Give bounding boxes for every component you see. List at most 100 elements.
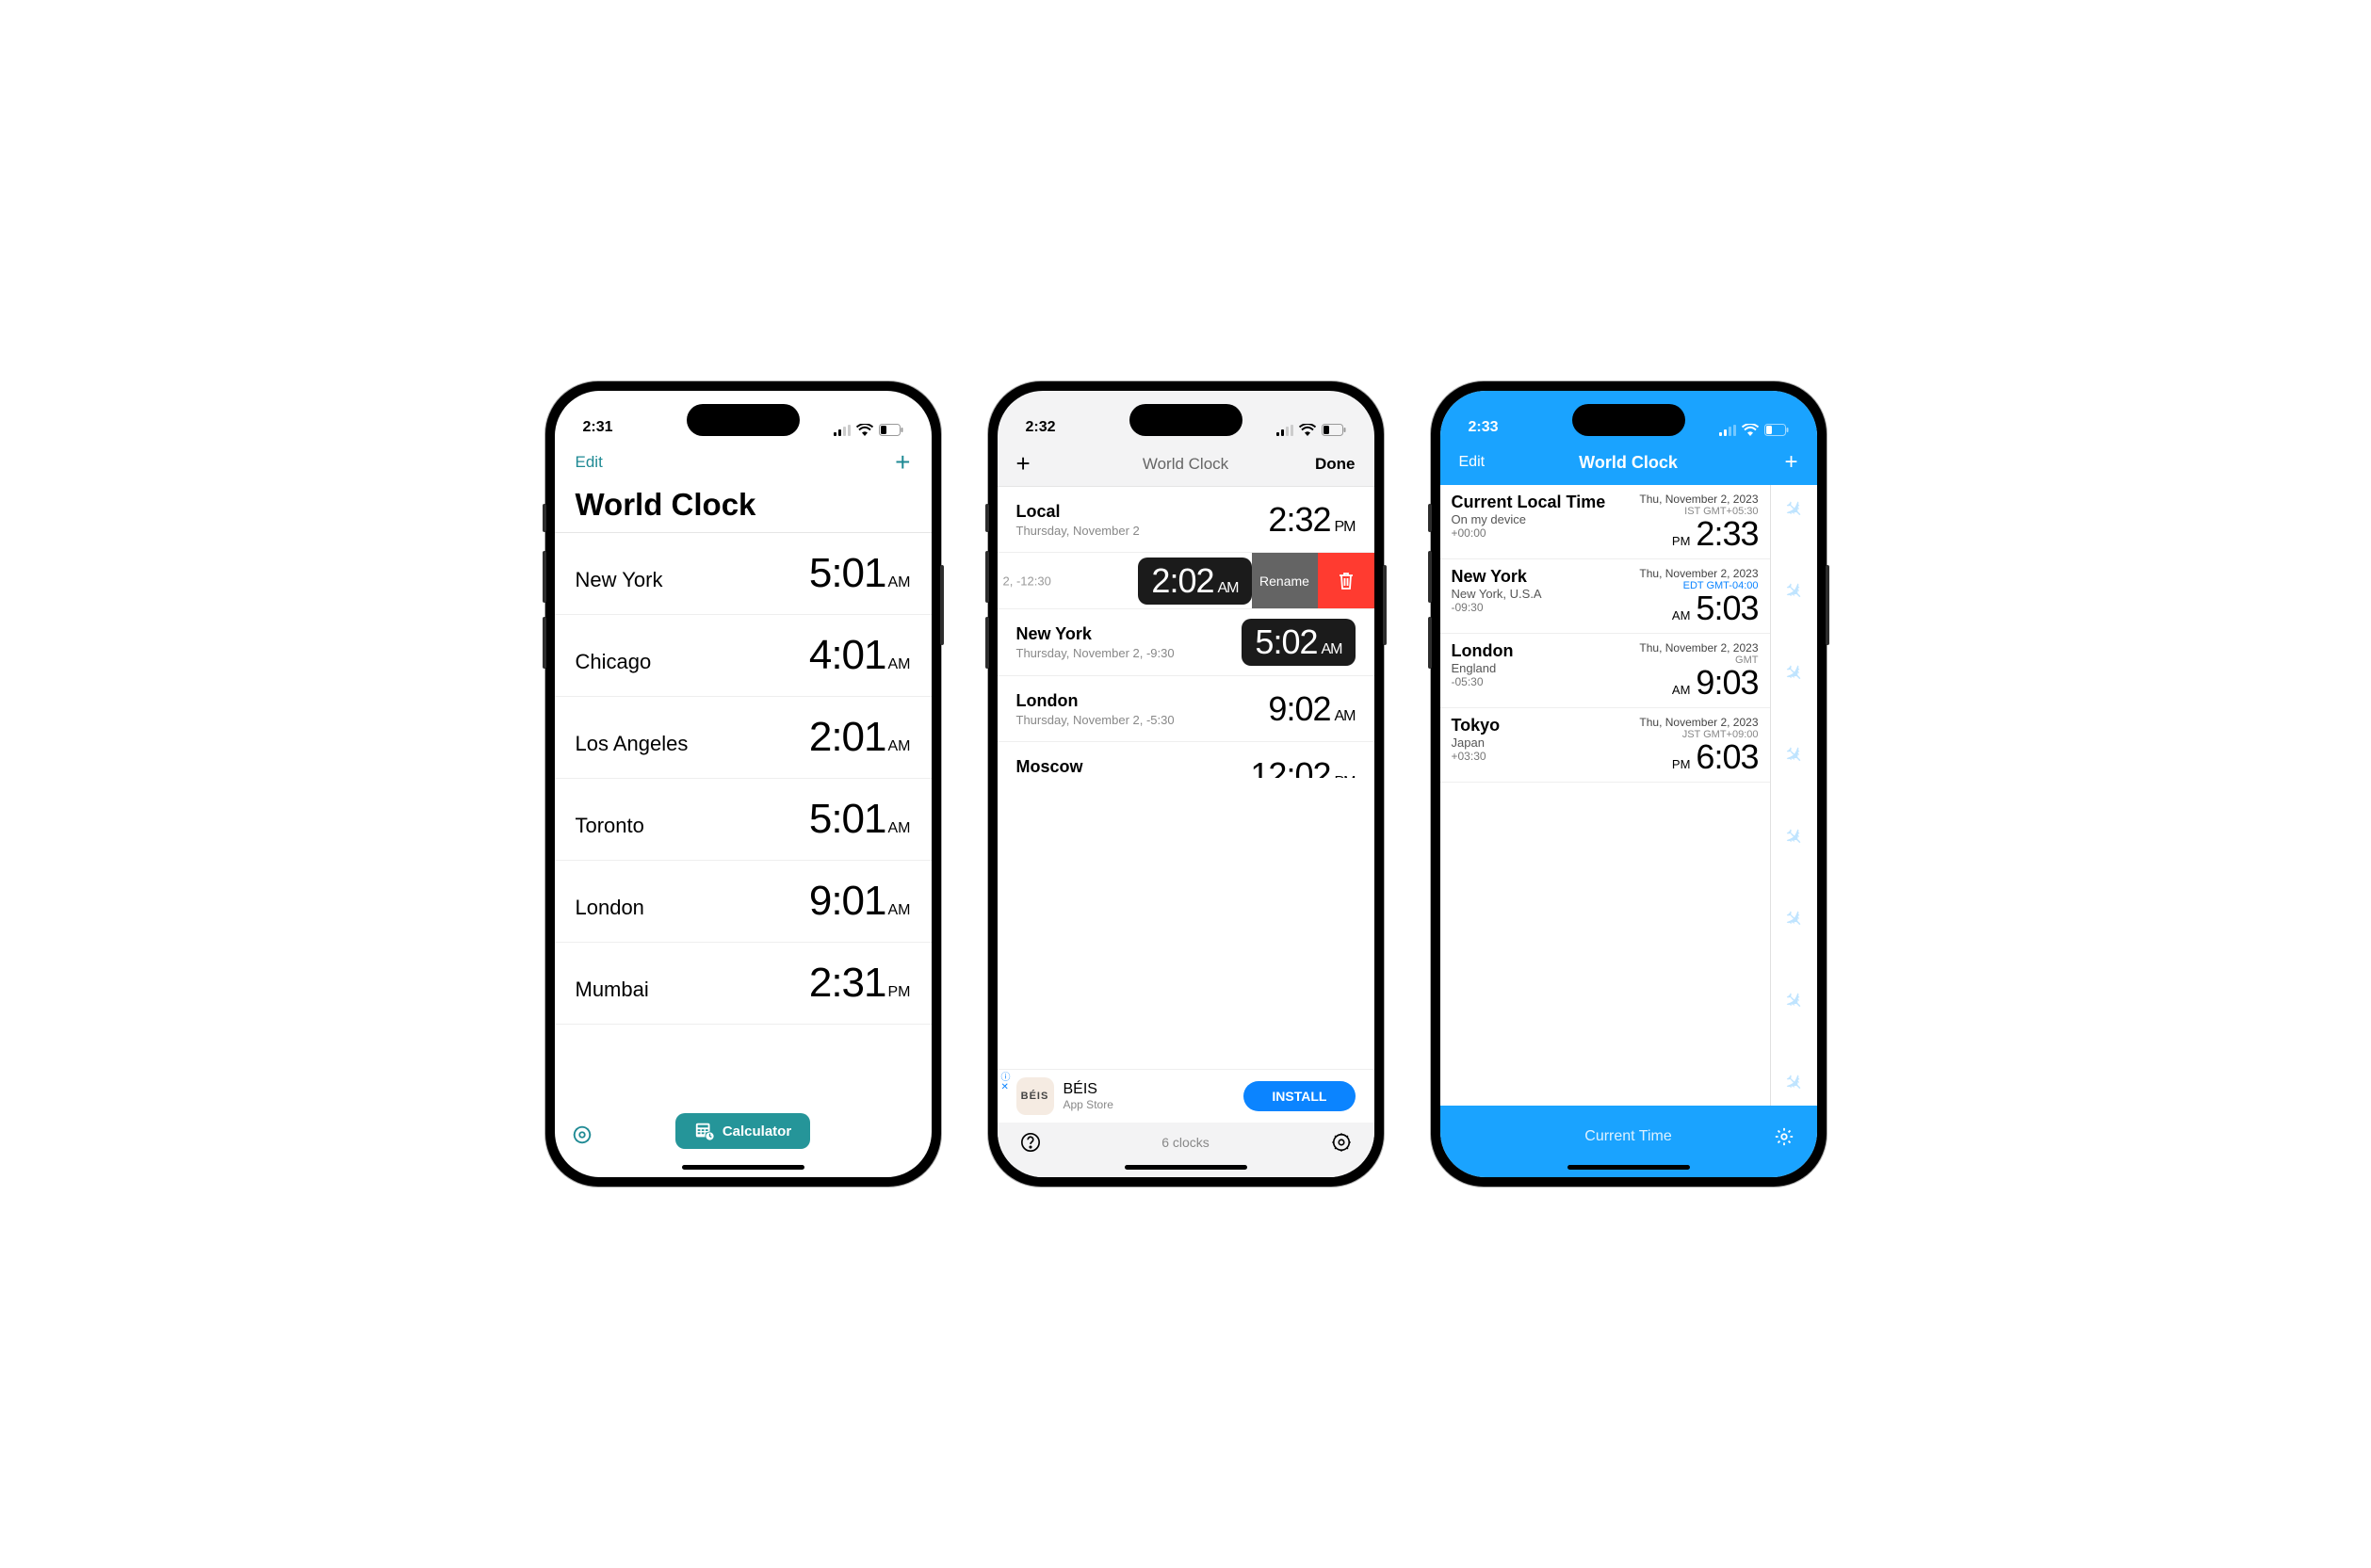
time-ampm: AM: [888, 738, 911, 755]
time-value: 5:03: [1696, 591, 1758, 625]
time-ampm: PM: [1335, 519, 1356, 536]
clock-row[interactable]: New YorkNew York, U.S.A-09:30Thu, Novemb…: [1440, 559, 1770, 634]
time-value: 2:02: [1151, 561, 1213, 601]
calculator-label: Calculator: [723, 1123, 791, 1140]
city-name: Mumbai: [576, 978, 649, 1002]
city-name: New York: [576, 568, 663, 592]
time-ampm: AM: [1335, 708, 1356, 725]
done-button[interactable]: Done: [1315, 455, 1356, 474]
time-value: 2:01: [809, 714, 886, 761]
status-right: [834, 424, 903, 436]
time-ampm: AM: [1218, 580, 1239, 597]
airplane-icon[interactable]: ✈: [1778, 985, 1811, 1018]
time-ampm: PM: [888, 984, 911, 1001]
add-city-button[interactable]: +: [895, 447, 910, 477]
city-name: Current Local Time: [1452, 493, 1606, 512]
city-sub: Thursday, November 2: [1016, 524, 1140, 538]
status-time: 2:32: [1026, 419, 1056, 436]
home-indicator[interactable]: [682, 1165, 804, 1170]
rename-button[interactable]: Rename: [1252, 553, 1318, 608]
clock-row-swiped[interactable]: 2, -12:30 2:02 AM Rename: [998, 553, 1374, 609]
city-name: Los Angeles: [576, 732, 689, 756]
edit-button[interactable]: Edit: [1459, 454, 1486, 471]
city-sub: New York, U.S.A: [1452, 587, 1542, 601]
city-name: London: [576, 896, 644, 920]
city-list: Current Local TimeOn my device+00:00 Thu,…: [1440, 485, 1770, 1106]
airplane-icon[interactable]: ✈: [1778, 821, 1811, 854]
city-sub: England: [1452, 661, 1514, 675]
page-title: World Clock: [1143, 455, 1228, 474]
clock-row[interactable]: Los Angeles 2:01AM: [555, 697, 932, 779]
ad-install-button[interactable]: INSTALL: [1243, 1081, 1355, 1111]
wifi-icon: [1742, 424, 1759, 436]
city-name: London: [1452, 641, 1514, 661]
time-ampm: AM: [888, 820, 911, 837]
ad-banner[interactable]: ⓘ✕ BÉIS BÉIS App Store INSTALL: [998, 1069, 1374, 1123]
time-ampm: AM: [1672, 608, 1691, 622]
city-name: Moscow: [1016, 757, 1175, 777]
page-title: World Clock: [555, 483, 932, 532]
help-button[interactable]: [1020, 1132, 1041, 1153]
clock-row[interactable]: New York5:01AM: [555, 533, 932, 615]
airplane-icon[interactable]: ✈: [1778, 493, 1811, 526]
status-time: 2:33: [1469, 419, 1499, 436]
airplane-icon[interactable]: ✈: [1778, 903, 1811, 936]
edit-button[interactable]: Edit: [576, 453, 603, 472]
calculator-button[interactable]: Calculator: [675, 1113, 810, 1149]
city-list: Local Thursday, November 2 2:32 PM 2, -1…: [998, 486, 1374, 778]
city-date: Thu, November 2, 2023: [1639, 493, 1758, 506]
clock-row[interactable]: LondonThursday, November 2, -5:309:02AM: [998, 676, 1374, 742]
add-city-button[interactable]: +: [1016, 449, 1031, 478]
home-indicator[interactable]: [1125, 1165, 1247, 1170]
delete-button[interactable]: [1318, 553, 1374, 608]
clock-row[interactable]: Toronto5:01AM: [555, 779, 932, 861]
clock-row[interactable]: LondonEngland-05:30 Thu, November 2, 2023…: [1440, 634, 1770, 708]
time-value: 9:02: [1268, 689, 1330, 729]
clock-row[interactable]: MoscowThursday, November 2, -2:3012:02PM: [998, 742, 1374, 778]
airplane-icon[interactable]: ✈: [1778, 575, 1811, 608]
clock-row[interactable]: New YorkThursday, November 2, -9:305:02A…: [998, 609, 1374, 676]
city-name: New York: [1452, 567, 1542, 587]
time-ampm: PM: [1672, 757, 1691, 771]
city-name: Chicago: [576, 650, 652, 674]
status-right: [1719, 424, 1789, 436]
clock-row[interactable]: Chicago4:01AM: [555, 615, 932, 697]
home-indicator[interactable]: [1567, 1165, 1690, 1170]
battery-icon: [1322, 424, 1346, 436]
clock-row-local[interactable]: Local Thursday, November 2 2:32 PM: [998, 487, 1374, 553]
phone-2: 2:32 + World Clock Done Local Thursday, …: [988, 381, 1384, 1187]
time-value: 2:32: [1268, 500, 1330, 540]
phone-3: 2:33 Edit World Clock + Current Local Ti…: [1431, 381, 1827, 1187]
time-value: 4:01: [809, 632, 886, 679]
clock-row[interactable]: London 9:01AM: [555, 861, 932, 943]
footer-label: Current Time: [1584, 1128, 1671, 1145]
airplane-icon[interactable]: ✈: [1778, 657, 1811, 690]
time-ampm: AM: [888, 902, 911, 919]
time-ampm: PM: [1672, 534, 1691, 548]
city-date: Thu, November 2, 2023: [1639, 567, 1758, 580]
status-time: 2:31: [583, 419, 613, 436]
status-right: [1276, 424, 1346, 436]
clock-row[interactable]: TokyoJapan+03:30Thu, November 2, 2023JST…: [1440, 708, 1770, 783]
side-column: ✈ ✈ ✈ ✈ ✈ ✈ ✈ ✈: [1770, 485, 1817, 1106]
add-city-button[interactable]: +: [1784, 449, 1797, 476]
signal-icon: [1719, 425, 1736, 436]
settings-icon[interactable]: [1331, 1132, 1352, 1153]
settings-icon[interactable]: [1774, 1126, 1794, 1147]
ad-store: App Store: [1064, 1098, 1244, 1111]
settings-icon[interactable]: [572, 1124, 593, 1145]
time-value: 6:03: [1696, 740, 1758, 774]
city-sub: On my device: [1452, 512, 1606, 526]
city-offset: +00:00: [1452, 526, 1606, 540]
clock-count: 6 clocks: [1161, 1135, 1210, 1150]
clock-row[interactable]: Current Local TimeOn my device+00:00 Thu,…: [1440, 485, 1770, 559]
ad-info-icon[interactable]: ⓘ✕: [1001, 1074, 1011, 1092]
city-date: Thu, November 2, 2023: [1639, 641, 1758, 655]
airplane-icon[interactable]: ✈: [1778, 1067, 1811, 1100]
city-offset: -05:30: [1452, 675, 1514, 688]
ad-app-icon: BÉIS: [1016, 1077, 1054, 1115]
airplane-icon[interactable]: ✈: [1778, 739, 1811, 772]
phone-1: 2:31 Edit + World Clock New York5:01AM Ch…: [545, 381, 941, 1187]
clock-row[interactable]: Mumbai2:31PM: [555, 943, 932, 1025]
time-value: 9:01: [809, 878, 886, 925]
